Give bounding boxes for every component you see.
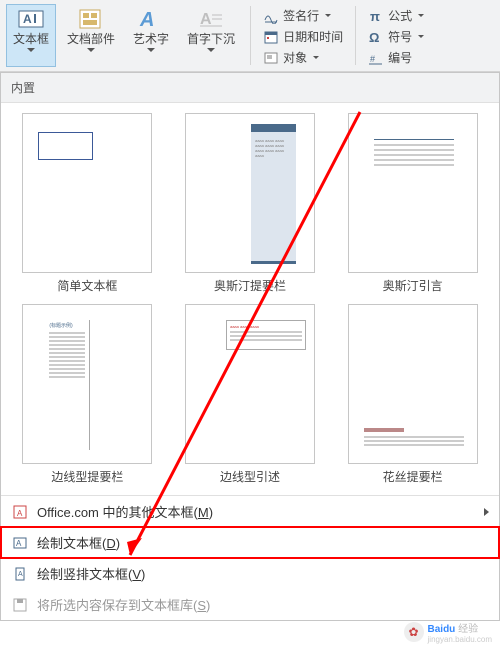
- svg-text:#: #: [370, 54, 375, 64]
- draw-textbox-icon: A: [11, 534, 29, 552]
- pi-icon: π: [368, 8, 384, 24]
- datetime-label: 日期和时间: [283, 28, 343, 45]
- menu-label: 绘制文本框(D): [37, 533, 120, 552]
- omega-icon: Ω: [368, 29, 384, 45]
- textbox-button[interactable]: A 文本框: [6, 4, 56, 67]
- menu-label: 绘制竖排文本框(V): [37, 564, 145, 583]
- ribbon-small-group-1: 签名行 日期和时间 对象: [259, 4, 347, 67]
- save-icon: [11, 596, 29, 614]
- thumb-label: 花丝提要栏: [383, 468, 443, 485]
- equation-button[interactable]: π 公式: [364, 6, 428, 25]
- symbol-label: 符号: [388, 28, 412, 45]
- svg-text:A: A: [16, 539, 22, 548]
- wordart-label: 艺术字: [133, 33, 169, 46]
- watermark: ✿ Baidu 经验 jingyan.baidu.com: [404, 620, 492, 644]
- menu-label: 将所选内容保存到文本框库(S): [37, 595, 210, 614]
- paw-icon: ✿: [404, 622, 424, 642]
- docparts-label: 文档部件: [67, 33, 115, 46]
- menu-label: Office.com 中的其他文本框(M): [37, 502, 213, 521]
- textbox-gallery: 简单文本框 aaaa aaaa aaaa aaaa aaaa aaaa aaaa…: [1, 103, 499, 495]
- calendar-icon: [263, 29, 279, 45]
- textbox-icon: A: [17, 7, 45, 31]
- number-icon: #: [368, 50, 384, 66]
- object-button[interactable]: 对象: [259, 48, 347, 67]
- thumb-label: 奥斯汀提要栏: [214, 277, 286, 294]
- wordart-button[interactable]: A 艺术字: [126, 4, 176, 67]
- docparts-icon: [77, 7, 105, 31]
- signature-icon: [263, 8, 279, 24]
- dropcap-label: 首字下沉: [187, 33, 235, 46]
- gallery-item-simple[interactable]: 简单文本框: [11, 113, 164, 294]
- thumb-label: 边线型引述: [220, 468, 280, 485]
- dropdown-caret-icon: [207, 48, 215, 52]
- object-label: 对象: [283, 49, 307, 66]
- textbox-dropdown-panel: 内置 简单文本框 aaaa aaaa aaaa aaaa aaaa aaaa a…: [0, 72, 500, 621]
- dropdown-caret-icon: [418, 14, 424, 17]
- signature-button[interactable]: 签名行: [259, 6, 347, 25]
- symbol-button[interactable]: Ω 符号: [364, 27, 428, 46]
- thumb-label: 简单文本框: [57, 277, 117, 294]
- svg-text:A: A: [200, 11, 212, 28]
- submenu-arrow-icon: [484, 508, 489, 516]
- number-label: 编号: [388, 49, 412, 66]
- svg-text:A: A: [17, 509, 23, 518]
- equation-label: 公式: [388, 7, 412, 24]
- svg-text:A: A: [23, 12, 32, 26]
- menu-footer: A Office.com 中的其他文本框(M) A 绘制文本框(D) A 绘制竖…: [1, 495, 499, 620]
- more-from-office-item[interactable]: A Office.com 中的其他文本框(M): [1, 496, 499, 527]
- datetime-button[interactable]: 日期和时间: [259, 27, 347, 46]
- draw-textbox-item[interactable]: A 绘制文本框(D): [1, 527, 499, 558]
- thumb-label: 边线型提要栏: [51, 468, 123, 485]
- number-button[interactable]: # 编号: [364, 48, 428, 67]
- ribbon: A 文本框 文档部件 A 艺术字 A 首字下沉 签名行 日期: [0, 0, 500, 72]
- dropdown-caret-icon: [325, 14, 331, 17]
- dropdown-caret-icon: [87, 48, 95, 52]
- signature-label: 签名行: [283, 7, 319, 24]
- dropcap-icon: A: [197, 7, 225, 31]
- docparts-button[interactable]: 文档部件: [60, 4, 122, 67]
- gallery-item-austin-quote[interactable]: 奥斯汀引言: [336, 113, 489, 294]
- divider: [355, 6, 356, 65]
- gallery-item-filigree-sidebar[interactable]: 花丝提要栏: [336, 304, 489, 485]
- dropdown-caret-icon: [313, 56, 319, 59]
- ribbon-small-group-2: π 公式 Ω 符号 # 编号: [364, 4, 428, 67]
- textbox-label: 文本框: [13, 33, 49, 46]
- gallery-item-border-sidebar[interactable]: (标题示例) 边线型提要栏: [11, 304, 164, 485]
- divider: [250, 6, 251, 65]
- dropdown-caret-icon: [147, 48, 155, 52]
- thumb-label: 奥斯汀引言: [383, 277, 443, 294]
- dropdown-caret-icon: [418, 35, 424, 38]
- save-to-gallery-item[interactable]: 将所选内容保存到文本框库(S): [1, 589, 499, 620]
- office-icon: A: [11, 503, 29, 521]
- dropcap-button[interactable]: A 首字下沉: [180, 4, 242, 67]
- object-icon: [263, 50, 279, 66]
- gallery-item-austin-sidebar[interactable]: aaaa aaaa aaaa aaaa aaaa aaaa aaaa aaaa …: [174, 113, 327, 294]
- wordart-icon: A: [137, 7, 165, 31]
- draw-vertical-textbox-item[interactable]: A 绘制竖排文本框(V): [1, 558, 499, 589]
- draw-vertical-textbox-icon: A: [11, 565, 29, 583]
- svg-text:A: A: [139, 9, 154, 30]
- builtin-header: 内置: [1, 73, 499, 103]
- gallery-item-border-quote[interactable]: aaaa aaaa aaaa 边线型引述: [174, 304, 327, 485]
- svg-text:Ω: Ω: [369, 30, 379, 45]
- svg-text:π: π: [370, 9, 380, 24]
- svg-text:A: A: [18, 571, 23, 578]
- dropdown-caret-icon: [27, 48, 35, 52]
